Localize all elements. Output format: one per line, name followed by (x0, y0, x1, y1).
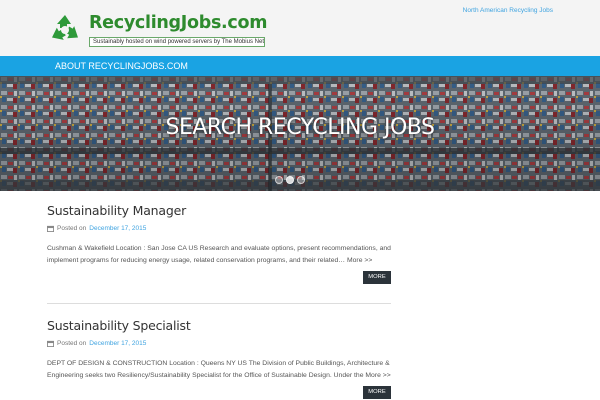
slider-dot-3[interactable] (297, 176, 305, 184)
north-american-jobs-link[interactable]: North American Recycling Jobs (463, 7, 553, 14)
post-excerpt: DEPT OF DESIGN & CONSTRUCTION Location :… (47, 358, 391, 382)
more-link[interactable]: More >> (365, 372, 390, 379)
post-date[interactable]: December 17, 2015 (89, 340, 146, 347)
slider-dot-2[interactable] (286, 176, 294, 184)
post-title[interactable]: Sustainability Manager (47, 203, 391, 218)
post-excerpt-text: DEPT OF DESIGN & CONSTRUCTION Location :… (47, 360, 390, 379)
post-title[interactable]: Sustainability Specialist (47, 318, 391, 333)
post-excerpt-text: Cushman & Wakefield Location : San Jose … (47, 245, 391, 264)
post-meta: Posted on December 17, 2015 (47, 223, 391, 233)
slider-dots (275, 176, 305, 184)
logo-text: RecyclingJobs.com (89, 13, 268, 33)
job-post: Sustainability Specialist Posted on Dece… (47, 318, 391, 399)
posted-on-label: Posted on (57, 224, 87, 232)
slider-dot-1[interactable] (275, 176, 283, 184)
hero-title: SEARCH RECYCLING JOBS (165, 115, 435, 140)
site-logo[interactable]: RecyclingJobs.com Sustainably hosted on … (47, 11, 268, 49)
post-divider (47, 303, 391, 304)
job-post: Sustainability Manager Posted on Decembe… (47, 203, 391, 284)
recycle-icon (52, 15, 78, 40)
hero-banner: SEARCH RECYCLING JOBS (0, 76, 600, 191)
more-button[interactable]: MORE (363, 386, 391, 399)
main-nav: ABOUT RECYCLINGJOBS.COM (0, 56, 600, 76)
post-date[interactable]: December 17, 2015 (89, 225, 146, 232)
post-meta: Posted on December 17, 2015 (47, 338, 391, 348)
site-header: RecyclingJobs.com Sustainably hosted on … (0, 0, 600, 56)
calendar-icon (47, 340, 54, 347)
post-excerpt: Cushman & Wakefield Location : San Jose … (47, 243, 391, 267)
nav-item-about[interactable]: ABOUT RECYCLINGJOBS.COM (55, 61, 188, 71)
logo-tagline: Sustainably hosted on wind powered serve… (89, 37, 265, 47)
calendar-icon (47, 225, 54, 232)
posted-on-label: Posted on (57, 339, 87, 347)
more-button[interactable]: MORE (363, 271, 391, 284)
more-link[interactable]: More >> (347, 257, 372, 264)
